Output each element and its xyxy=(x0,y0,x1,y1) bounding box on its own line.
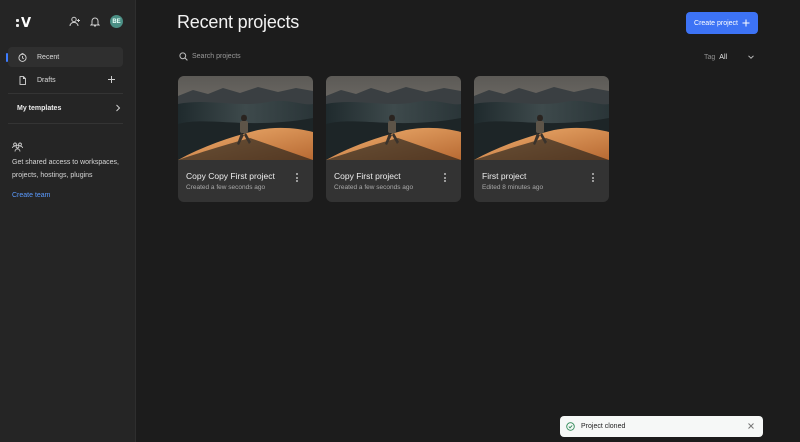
add-draft-icon[interactable] xyxy=(107,75,116,84)
team-promo-text: Get shared access to workspaces, project… xyxy=(12,159,119,179)
plus-icon xyxy=(742,19,750,27)
project-card[interactable]: Copy First project Created a few seconds… xyxy=(326,76,461,202)
tag-filter-dropdown[interactable]: Tag All xyxy=(704,53,755,61)
sidebar-item-label: Drafts xyxy=(37,76,56,84)
project-thumbnail xyxy=(178,76,313,160)
tag-value: All xyxy=(719,53,728,61)
create-project-label: Create project xyxy=(694,19,738,27)
project-title: Copy First project xyxy=(334,171,401,181)
clock-icon xyxy=(18,52,27,62)
close-icon[interactable] xyxy=(747,422,755,430)
sidebar-divider xyxy=(8,123,123,124)
project-subtitle: Created a few seconds ago xyxy=(334,184,414,191)
project-title: Copy Copy First project xyxy=(186,171,275,181)
project-subtitle: Edited 8 minutes ago xyxy=(482,184,544,191)
search-icon xyxy=(179,52,188,61)
more-options-icon[interactable] xyxy=(444,173,447,182)
sidebar-divider xyxy=(8,93,123,94)
add-user-icon[interactable] xyxy=(69,16,81,28)
sidebar: V BE Recent Drafts My templates Get shar… xyxy=(0,0,136,442)
tag-label: Tag xyxy=(704,53,716,61)
project-card[interactable]: Copy Copy First project Created a few se… xyxy=(178,76,313,202)
sidebar-item-recent[interactable]: Recent xyxy=(8,47,123,67)
project-title: First project xyxy=(482,171,527,181)
sidebar-item-label: Recent xyxy=(37,53,60,61)
my-templates-toggle[interactable]: My templates xyxy=(17,101,121,115)
page-title: Recent projects xyxy=(177,12,300,32)
toast-message: Project cloned xyxy=(581,423,626,430)
chevron-down-icon xyxy=(748,55,754,59)
my-templates-label: My templates xyxy=(17,104,62,112)
project-thumbnail xyxy=(326,76,461,160)
team-icon xyxy=(12,139,23,152)
create-project-button[interactable]: Create project xyxy=(686,12,758,34)
project-thumbnail xyxy=(474,76,609,160)
check-circle-icon xyxy=(566,422,575,431)
search-placeholder: Search projects xyxy=(192,53,241,60)
more-options-icon[interactable] xyxy=(296,173,299,182)
create-team-link[interactable]: Create team xyxy=(12,192,51,199)
sidebar-item-drafts[interactable]: Drafts xyxy=(8,70,123,90)
project-subtitle: Created a few seconds ago xyxy=(186,184,266,191)
more-options-icon[interactable] xyxy=(592,173,595,182)
app-logo[interactable]: V xyxy=(16,16,32,30)
sidebar-top-actions: BE xyxy=(69,15,123,28)
avatar[interactable]: BE xyxy=(110,15,123,28)
toast-notification: Project cloned xyxy=(560,416,763,437)
chevron-right-icon xyxy=(116,104,121,112)
bell-icon[interactable] xyxy=(89,16,101,28)
document-icon xyxy=(18,75,27,85)
project-card[interactable]: First project Edited 8 minutes ago xyxy=(474,76,609,202)
search-input[interactable]: Search projects xyxy=(179,52,241,61)
